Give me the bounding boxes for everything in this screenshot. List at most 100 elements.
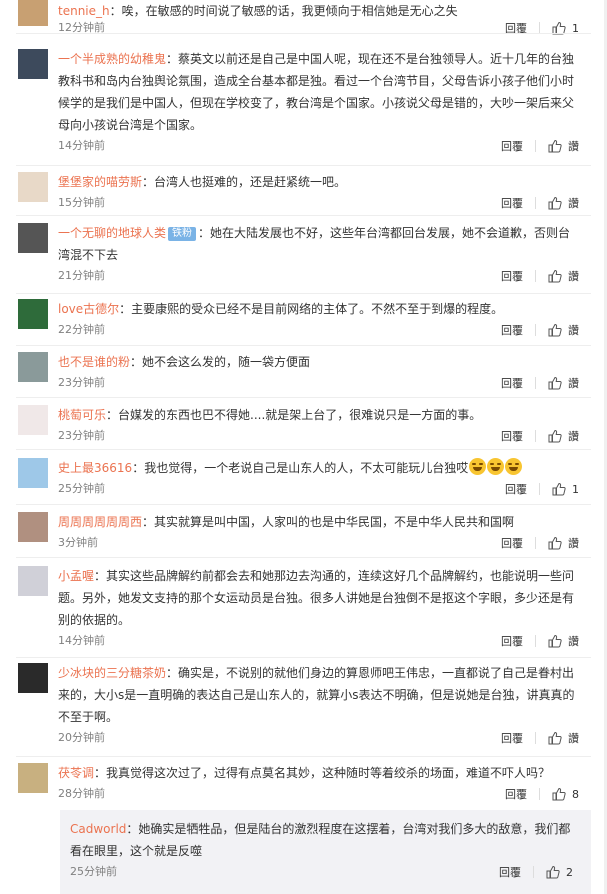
like-button[interactable]: 2 xyxy=(546,865,573,879)
divider xyxy=(539,483,540,495)
avatar[interactable] xyxy=(18,566,48,596)
like-button[interactable]: 讚 xyxy=(548,138,579,154)
avatar[interactable] xyxy=(18,763,48,793)
like-count: 讚 xyxy=(568,732,579,745)
comment-item: 周周周周周周西：其实就算是叫中国，人家叫的也是中华民国，不是中华人民共和国啊 3分… xyxy=(0,505,607,558)
fan-badge: 铁粉 xyxy=(168,227,197,241)
comment-item: 也不是谁的粉：她不会这么发的，随一袋方便面 23分钟前 回覆 讚 xyxy=(0,346,607,398)
thumbs-up-icon xyxy=(552,482,566,496)
divider xyxy=(535,270,536,282)
sub-reply-username[interactable]: Cadworld xyxy=(70,822,126,836)
comment-time: 23分钟前 xyxy=(58,376,105,389)
like-button[interactable]: 8 xyxy=(552,787,579,801)
comment-text: tennie_h：唉，在敏感的时间说了敏感的话，我更倾向于相信她是无心之失 xyxy=(58,0,579,22)
comment-item: 堡堡家的喵劳斯：台湾人也挺难的，还是赶紧统一吧。 15分钟前 回覆 讚 xyxy=(0,166,607,216)
reply-button[interactable]: 回覆 xyxy=(501,195,523,211)
comment-feed: tennie_h：唉，在敏感的时间说了敏感的话，我更倾向于相信她是无心之失 12分… xyxy=(0,0,607,894)
comment-username[interactable]: 周周周周周周西 xyxy=(58,515,142,529)
avatar[interactable] xyxy=(18,458,48,488)
comment-time: 22分钟前 xyxy=(58,323,105,336)
reply-button[interactable]: 回覆 xyxy=(501,322,523,338)
avatar[interactable] xyxy=(18,49,48,79)
comment-username[interactable]: 一个无聊的地球人类 xyxy=(58,226,166,240)
reply-button[interactable]: 回覆 xyxy=(501,268,523,284)
thumbs-up-icon xyxy=(548,323,562,337)
sub-reply-text: Cadworld：她确实是牺牲品，但是陆台的激烈程度在这摆着，台湾对我们多大的敌… xyxy=(70,818,581,862)
reply-button[interactable]: 回覆 xyxy=(501,730,523,746)
like-button[interactable]: 讚 xyxy=(548,633,579,649)
comment-actions: 回覆 1 xyxy=(505,481,579,497)
like-button[interactable]: 讚 xyxy=(548,375,579,391)
like-count: 8 xyxy=(572,787,579,801)
thumbs-up-icon xyxy=(548,269,562,283)
reply-button[interactable]: 回覆 xyxy=(501,428,523,444)
avatar[interactable] xyxy=(18,299,48,329)
avatar[interactable] xyxy=(18,352,48,382)
like-button[interactable]: 讚 xyxy=(548,322,579,338)
comment-text: 桃萄可乐：台媒发的东西也巴不得她....就是架上台了，很难说只是一方面的事。 xyxy=(58,404,579,426)
divider xyxy=(539,788,540,800)
laugh-emoji-icon xyxy=(505,458,523,475)
like-count: 讚 xyxy=(568,324,579,337)
divider xyxy=(535,430,536,442)
comment-body: ：其实就算是叫中国，人家叫的也是中华民国，不是中华人民共和国啊 xyxy=(142,515,515,529)
comment-time: 23分钟前 xyxy=(58,429,105,442)
sub-reply: Cadworld：她确实是牺牲品，但是陆台的激烈程度在这摆着，台湾对我们多大的敌… xyxy=(60,810,591,894)
comment-username[interactable]: 少冰块的三分糖茶奶 xyxy=(58,666,166,680)
comment-username[interactable]: love古德尔 xyxy=(58,302,119,316)
comment-divider xyxy=(16,33,591,34)
thumbs-up-icon xyxy=(548,139,562,153)
like-button[interactable]: 讚 xyxy=(548,428,579,444)
avatar[interactable] xyxy=(18,223,48,253)
comment-username[interactable]: 史上最36616 xyxy=(58,461,132,475)
comment-text: 一个无聊的地球人类 铁粉 ：她在大陆发展也不好，这些年台湾都回台发展，她不会道歉，否… xyxy=(58,222,579,266)
divider xyxy=(535,197,536,209)
reply-button[interactable]: 回覆 xyxy=(501,138,523,154)
like-button[interactable]: 讚 xyxy=(548,268,579,284)
avatar[interactable] xyxy=(18,172,48,202)
avatar[interactable] xyxy=(18,405,48,435)
reply-button[interactable]: 回覆 xyxy=(505,481,527,497)
comment-username[interactable]: 茯苓调 xyxy=(58,766,94,780)
comment-time: 25分钟前 xyxy=(58,482,105,495)
comment-text: 也不是谁的粉：她不会这么发的，随一袋方便面 xyxy=(58,351,579,373)
like-button[interactable]: 1 xyxy=(552,482,579,496)
comment-username[interactable]: 桃萄可乐 xyxy=(58,408,106,422)
avatar[interactable] xyxy=(18,663,48,693)
sub-reply-actions: 回覆 2 xyxy=(499,864,573,880)
reply-button[interactable]: 回覆 xyxy=(501,633,523,649)
laugh-emoji-icon xyxy=(487,458,505,475)
comment-item: 少冰块的三分糖茶奶：确实是，不说别的就他们身边的算恩师吧王伟忠，一直都说了自己是… xyxy=(0,658,607,757)
comment-body: ：唉，在敏感的时间说了敏感的话，我更倾向于相信她是无心之失 xyxy=(109,4,458,18)
reply-button[interactable]: 回覆 xyxy=(505,786,527,802)
comment-actions: 回覆 8 xyxy=(505,786,579,802)
comment-body: ：我真觉得这次过了，过得有点莫名其妙，这种随时等着绞杀的场面，难道不吓人吗？ xyxy=(94,766,551,780)
avatar[interactable] xyxy=(18,0,48,26)
comment-actions: 回覆 讚 xyxy=(501,428,579,444)
comment-text: 少冰块的三分糖茶奶：确实是，不说别的就他们身边的算恩师吧王伟忠，一直都说了自己是… xyxy=(58,662,579,728)
comment-time: 14分钟前 xyxy=(58,634,105,647)
reply-button[interactable]: 回覆 xyxy=(501,535,523,551)
comment-username[interactable]: 小孟喔 xyxy=(58,569,94,583)
thumbs-up-icon xyxy=(548,634,562,648)
comment-item: love古德尔：主要康熙的受众已经不是目前网络的主体了。不然不至于到爆的程度。 2… xyxy=(0,294,607,346)
reply-button[interactable]: 回覆 xyxy=(499,864,521,880)
avatar[interactable] xyxy=(18,512,48,542)
sub-reply-time: 25分钟前 xyxy=(70,865,117,878)
comment-actions: 回覆 讚 xyxy=(501,633,579,649)
divider xyxy=(535,140,536,152)
comment-username[interactable]: tennie_h xyxy=(58,4,110,18)
divider xyxy=(535,377,536,389)
like-button[interactable]: 讚 xyxy=(548,730,579,746)
comment-item: 桃萄可乐：台媒发的东西也巴不得她....就是架上台了，很难说只是一方面的事。 23… xyxy=(0,398,607,450)
divider xyxy=(535,635,536,647)
reply-button[interactable]: 回覆 xyxy=(501,375,523,391)
like-button[interactable]: 讚 xyxy=(548,195,579,211)
like-button[interactable]: 讚 xyxy=(548,535,579,551)
divider xyxy=(535,537,536,549)
comment-username[interactable]: 堡堡家的喵劳斯 xyxy=(58,175,142,189)
comment-time: 21分钟前 xyxy=(58,269,105,282)
comment-username[interactable]: 也不是谁的粉 xyxy=(58,355,130,369)
comment-item: 小孟喔：其实这些品牌解约前都会去和她那边去沟通的，连续这好几个品牌解约，也能说明… xyxy=(0,558,607,658)
comment-username[interactable]: 一个半成熟的幼稚鬼 xyxy=(58,52,166,66)
